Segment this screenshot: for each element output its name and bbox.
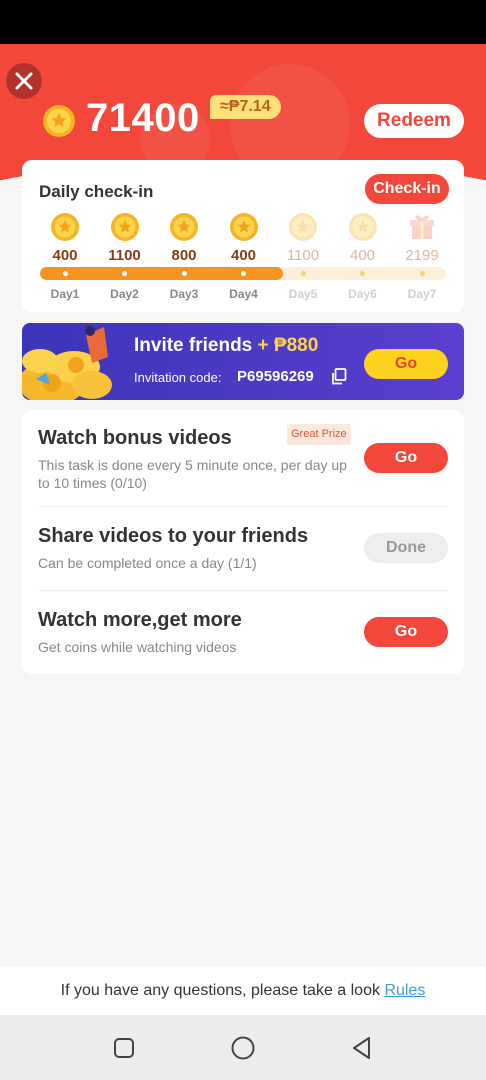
task-watch-bonus-videos: Watch bonus videos Great Prize This task…	[22, 410, 464, 506]
task-title: Share videos to your friends	[38, 525, 309, 547]
checkin-day-label: Day4	[229, 287, 258, 301]
checkin-day-amount: 1100	[286, 247, 320, 264]
footer-text: If you have any questions, please take a…	[60, 982, 380, 999]
system-nav-bar	[0, 1015, 486, 1080]
watch-more-go-button[interactable]: Go	[364, 617, 448, 647]
coin-icon	[51, 213, 79, 241]
invitation-code: P69596269	[237, 368, 314, 385]
checkin-day-label: Day5	[288, 287, 318, 301]
progress-dot	[419, 271, 425, 276]
progress-dot	[62, 271, 68, 276]
progress-dot	[241, 271, 246, 276]
checkin-day-label: Day6	[348, 287, 377, 301]
home-icon[interactable]	[230, 1035, 256, 1061]
checkin-day-label: Day2	[110, 287, 139, 301]
progress-dot	[122, 271, 127, 276]
watch-bonus-go-button[interactable]: Go	[364, 443, 448, 473]
progress-dot	[300, 271, 306, 276]
task-description: Get coins while watching videos	[38, 639, 237, 655]
checkin-day-label: Day1	[50, 287, 80, 301]
progress-dot	[181, 271, 187, 276]
task-share-videos: Share videos to your friends Can be comp…	[22, 506, 464, 590]
invite-title: Invite friends + ₱880	[134, 335, 318, 357]
checkin-day-amount: 1100	[108, 247, 141, 264]
invite-friends-banner[interactable]: Invite friends + ₱880 Invitation code: P…	[22, 323, 464, 400]
coin-icon	[170, 213, 198, 241]
checkin-day-amount: 2199	[405, 247, 439, 264]
checkin-progress-fill	[40, 267, 283, 280]
status-bar	[0, 0, 486, 44]
gift-icon	[410, 215, 434, 239]
checkin-day-amount: 800	[171, 247, 197, 264]
invite-go-button[interactable]: Go	[364, 349, 448, 379]
back-icon[interactable]	[349, 1035, 375, 1061]
rules-link[interactable]: Rules	[384, 982, 425, 999]
coin-icon	[229, 213, 258, 241]
task-title: Watch bonus videos	[38, 427, 232, 449]
checkin-day-amount: 400	[349, 247, 376, 264]
close-button[interactable]	[6, 63, 42, 99]
coin-icon	[289, 213, 317, 241]
great-prize-badge: Great Prize	[287, 424, 351, 445]
balance-value-badge: ≈₱7.14	[210, 95, 281, 119]
copy-icon[interactable]	[331, 368, 347, 385]
invite-title-text: Invite friends	[134, 335, 253, 356]
checkin-progress-bar	[40, 267, 446, 280]
coin-balance: 71400	[86, 96, 200, 140]
close-icon	[15, 72, 33, 90]
coin-pile-illustration	[22, 326, 112, 400]
task-description: Can be completed once a day (1/1)	[38, 555, 257, 571]
coin-icon	[110, 213, 139, 241]
tasks-card: Watch bonus videos Great Prize This task…	[22, 410, 464, 674]
coin-icon	[348, 213, 377, 241]
checkin-button[interactable]: Check-in	[365, 174, 449, 204]
footer-help: If you have any questions, please take a…	[0, 967, 486, 1015]
task-watch-more: Watch more,get more Get coins while watc…	[22, 590, 464, 674]
checkin-day-amount: 400	[230, 247, 257, 264]
recent-apps-icon[interactable]	[111, 1035, 137, 1061]
share-videos-done-button[interactable]: Done	[364, 533, 448, 563]
task-description: This task is done every 5 minute once, p…	[38, 457, 347, 491]
coin-icon	[43, 105, 75, 137]
daily-checkin-card: Daily check-in Check-in 400 Day1 1100 Day2 8…	[22, 160, 464, 312]
progress-dot	[360, 271, 365, 276]
task-title: Watch more,get more	[38, 609, 242, 631]
redeem-button[interactable]: Redeem	[364, 104, 464, 138]
checkin-title: Daily check-in	[39, 182, 154, 201]
checkin-day-amount: 400	[52, 247, 78, 264]
checkin-day-label: Day7	[407, 287, 437, 301]
checkin-day-label: Day3	[169, 287, 199, 301]
invite-reward-amount: + ₱880	[257, 335, 319, 356]
invitation-code-label: Invitation code:	[134, 370, 222, 385]
